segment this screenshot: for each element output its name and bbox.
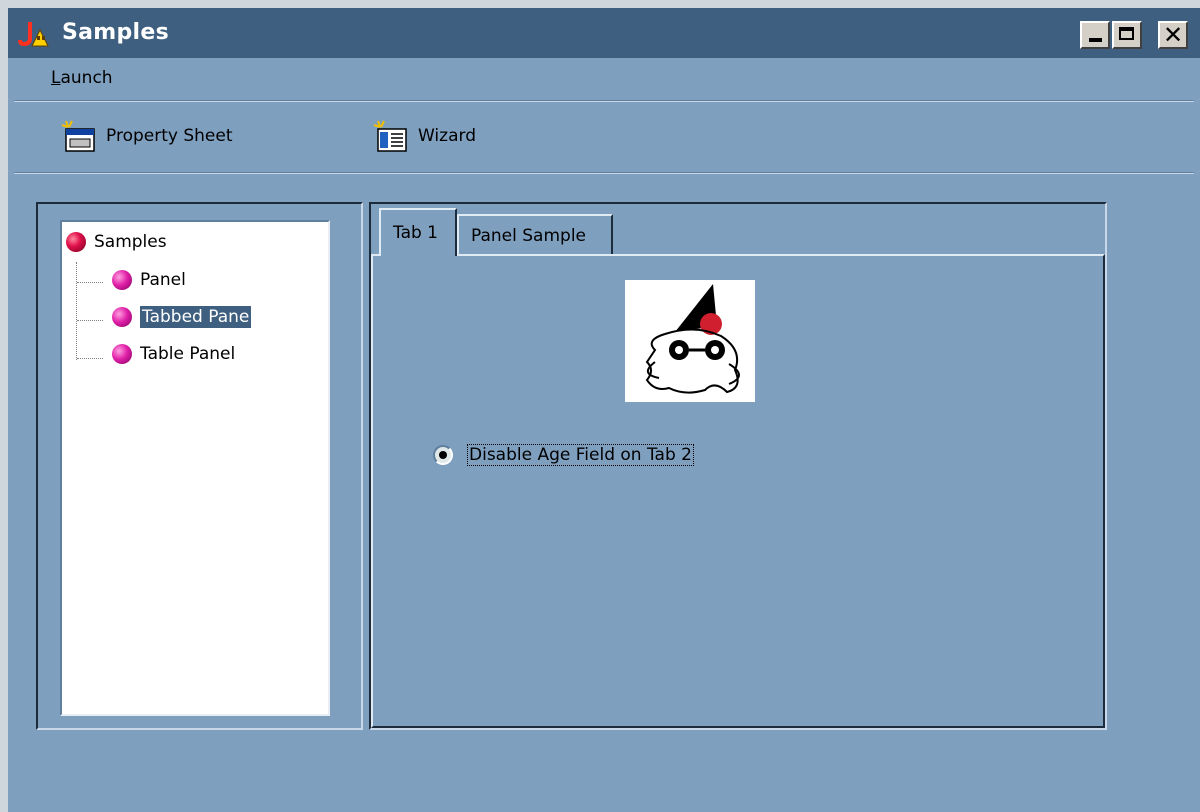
radio-checked-dot [439,451,447,459]
window-title: Samples [62,20,170,45]
duke-mascot-icon [625,280,755,402]
tree-node-label: Panel [140,270,186,290]
tree-node-icon [112,307,132,327]
tree-node-icon [66,232,86,252]
tree-node-icon [112,270,132,290]
menu-separator [14,100,1194,102]
toolbar-separator [14,172,1194,174]
tab-panel-sample[interactable]: Panel Sample [457,214,613,256]
menu-launch[interactable]: Launch [51,68,113,88]
tree-panel: Samples Panel Tabbed Pane Table Panel [36,202,363,730]
tree-node-icon [112,344,132,364]
tree-node-tabbed-pane[interactable]: Tabbed Pane [112,306,252,328]
close-icon: ✕ [1163,21,1184,49]
menu-bar: Launch [8,58,1200,100]
close-button[interactable]: ✕ [1158,21,1188,49]
java-app-icon [18,22,49,47]
tree-node-samples[interactable]: Samples [66,232,167,252]
tree-line [77,320,103,321]
tree-line [77,358,103,359]
tab-content: Disable Age Field on Tab 2 [371,254,1105,728]
property-sheet-button[interactable]: Property Sheet [60,119,233,153]
maximize-icon [1119,27,1134,40]
tree-line [77,282,103,283]
tab-1[interactable]: Tab 1 [379,208,457,256]
wizard-label: Wizard [418,126,476,146]
tree-node-table-panel[interactable]: Table Panel [112,344,235,364]
tab-label: Panel Sample [471,226,587,246]
tree-node-panel[interactable]: Panel [112,270,186,290]
title-bar[interactable]: Samples ✕ [8,8,1200,58]
disable-age-field-radio[interactable]: Disable Age Field on Tab 2 [433,444,694,466]
main-area: Launch Property Sheet Wizard Samples Pan… [8,58,1200,812]
radio-label: Disable Age Field on Tab 2 [467,444,694,466]
radio-button[interactable] [433,445,453,465]
wizard-icon [373,120,407,152]
property-sheet-label: Property Sheet [106,126,233,146]
tree-node-label: Samples [94,232,167,252]
tab-label: Tab 1 [393,223,438,243]
tree-view[interactable]: Samples Panel Tabbed Pane Table Panel [60,220,330,716]
tree-line [76,262,77,360]
minimize-button[interactable] [1080,21,1110,49]
maximize-button[interactable] [1112,21,1142,49]
wizard-button[interactable]: Wizard [372,119,476,153]
tree-node-label-selected: Tabbed Pane [140,306,252,328]
property-sheet-icon [61,120,95,152]
menu-launch-label: aunch [60,68,113,88]
minimize-icon [1089,38,1102,42]
tree-node-label: Table Panel [140,344,236,364]
tabbed-pane: Tab 1 Panel Sample Disable Age Field on … [369,202,1107,730]
